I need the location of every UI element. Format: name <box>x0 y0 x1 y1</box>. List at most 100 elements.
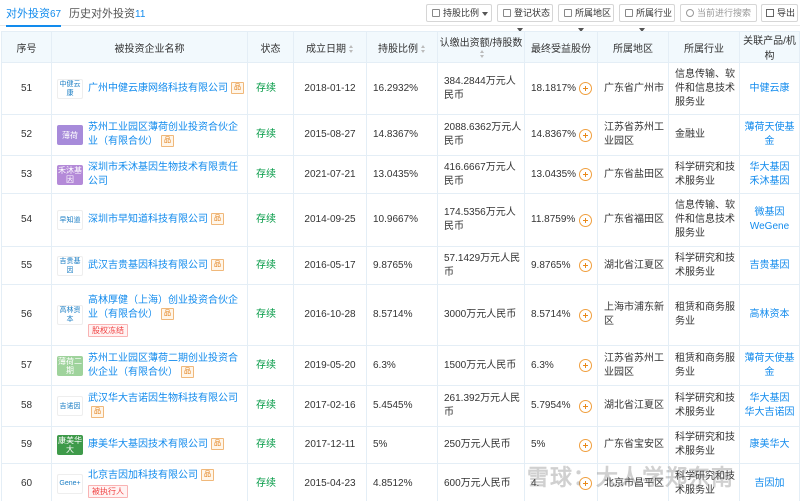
sort-icon <box>349 44 354 53</box>
company-name-link[interactable]: 深圳市禾沐基因生物技术有限责任公司 <box>88 162 238 187</box>
company-name-link[interactable]: 武汉华大吉诺因生物科技有限公司 <box>88 393 238 404</box>
equity-graph-icon[interactable]: 品 <box>231 81 244 94</box>
industry-cell: 租赁和商务服 务业 <box>668 345 740 386</box>
industry-line: 科学研究和技 <box>675 161 735 173</box>
benefit-chain-icon[interactable] <box>579 82 592 95</box>
risk-badge[interactable]: 被执行人 <box>88 485 128 498</box>
industry-lines: 金融业 <box>675 128 739 142</box>
industry-cell: 科学研究和技 术服务业 <box>668 385 740 427</box>
filter-status-button[interactable]: 登记状态 <box>497 4 553 32</box>
table-row: 56 高林资本 高林厚健（上海）创业投资合伙企业（有限合伙）品股权冻结 存续 2016-… <box>1 284 800 346</box>
product-link[interactable]: 华大基因 <box>740 161 799 175</box>
benefit-chain-icon[interactable] <box>579 259 592 272</box>
product-link[interactable]: 微基因WeGene <box>740 206 799 234</box>
final-benefit: 11.8759% <box>525 213 597 227</box>
capital-line: 416.6667万元人 <box>444 161 516 173</box>
company-name-link[interactable]: 康美华大基因技术有限公司 <box>88 439 208 450</box>
col-capital[interactable]: 认缴出资额/持股数 <box>437 31 525 63</box>
col-date[interactable]: 成立日期 <box>293 31 367 63</box>
capital-lines: 57.1429万元人民币 <box>444 252 524 280</box>
shareholding-ratio: 4.8512% <box>366 463 438 501</box>
final-benefit-cell: 5% <box>524 426 598 464</box>
products-cell: 微基因WeGene <box>739 193 800 247</box>
equity-graph-icon[interactable]: 品 <box>211 258 224 271</box>
subscribed-capital: 174.5356万元人 民币 <box>437 193 525 247</box>
equity-graph-icon[interactable]: 品 <box>161 307 174 320</box>
product-link[interactable]: 吉贵基因 <box>740 259 799 273</box>
filter-ratio-button[interactable]: 持股比例 <box>426 4 492 22</box>
company-info: 武汉吉贵基因科技有限公司品 <box>88 258 224 273</box>
tab-bar: 对外投资67 历史对外投资11 持股比例 登记状态 所属地区 所属行业 导出 <box>0 0 800 32</box>
product-link[interactable]: 华大基因 <box>740 392 799 406</box>
industry-line: 科学研究和技 <box>675 432 735 443</box>
equity-graph-icon[interactable]: 品 <box>181 365 194 378</box>
final-benefit: 13.0435% <box>525 168 597 182</box>
tab-history-investment[interactable]: 历史对外投资11 <box>69 5 145 21</box>
equity-graph-icon[interactable]: 品 <box>201 469 214 482</box>
col-ratio[interactable]: 持股比例 <box>366 31 438 63</box>
capital-line: 174.5356万元人 <box>444 207 516 218</box>
row-index: 53 <box>1 155 52 194</box>
capital-line: 币 <box>444 407 454 418</box>
product-link[interactable]: 华大吉诺因 <box>740 406 799 420</box>
product-link[interactable]: 薄荷天使基金 <box>740 352 799 380</box>
product-link[interactable]: 吉因加 <box>740 477 799 491</box>
final-benefit: 18.1817% <box>525 82 597 96</box>
industry-lines: 信息传输、软 件和信息技术 服务业 <box>675 68 739 110</box>
company-name-link[interactable]: 苏州工业园区薄荷二期创业投资合伙企业（有限合伙） <box>88 353 238 378</box>
benefit-chain-icon[interactable] <box>579 128 592 142</box>
industry-lines: 信息传输、软 件和信息技术 服务业 <box>675 199 739 241</box>
status-value: 存续 <box>247 345 294 386</box>
company-info: 深圳市早知道科技有限公司品 <box>88 213 224 227</box>
industry-cell: 金融业 <box>668 114 740 156</box>
tab-outbound-investment[interactable]: 对外投资67 <box>6 5 62 27</box>
subscribed-capital: 416.6667万元人 民币 <box>437 155 525 194</box>
benefit-chain-icon[interactable] <box>579 213 592 227</box>
export-button[interactable]: 导出 <box>761 4 798 22</box>
subscribed-capital: 57.1429万元人民币 <box>437 246 525 285</box>
company-info: 深圳市禾沐基因生物技术有限责任公司 <box>88 161 247 189</box>
benefit-chain-icon[interactable] <box>579 399 592 413</box>
products-cell: 华大基因 禾沐基因 <box>739 155 800 194</box>
product-link[interactable]: 高林资本 <box>740 308 799 322</box>
benefit-chain-icon[interactable] <box>579 308 592 322</box>
company-cell: 吉贵基因 武汉吉贵基因科技有限公司品 <box>51 246 248 285</box>
equity-graph-icon[interactable]: 品 <box>211 438 224 451</box>
company-cell: 康美华大 康美华大基因技术有限公司品 <box>51 426 248 464</box>
capital-line: 币 <box>444 266 454 278</box>
risk-badge[interactable]: 股权冻结 <box>88 323 128 337</box>
company-name-link[interactable]: 北京吉因加科技有限公司 <box>88 470 198 481</box>
capital-line: 3000万元人民币 <box>444 309 517 320</box>
product-link[interactable]: 薄荷天使基金 <box>740 121 799 149</box>
industry-lines: 科学研究和技 术服务业 <box>675 252 739 280</box>
industry-cell: 科学研究和技 术服务业 <box>668 246 740 285</box>
equity-graph-icon[interactable]: 品 <box>211 213 224 226</box>
benefit-chain-icon[interactable] <box>579 359 592 372</box>
final-benefit: 6.3% <box>525 359 597 373</box>
product-lines: 华大基因 华大吉诺因 <box>740 392 799 420</box>
company-name-link[interactable]: 广州中健云康网络科技有限公司 <box>88 83 228 94</box>
industry-line: 术服务业 <box>675 266 715 278</box>
company-name-link[interactable]: 武汉吉贵基因科技有限公司 <box>88 260 208 271</box>
equity-graph-icon[interactable]: 品 <box>161 135 174 148</box>
company-name-wrap: 武汉华大吉诺因生物科技有限公司品 <box>88 392 247 420</box>
status-value: 存续 <box>247 426 294 464</box>
capital-lines: 3000万元人民币 <box>444 308 524 322</box>
product-link[interactable]: 禾沐基因 <box>740 175 799 189</box>
filter-industry-button[interactable]: 所属行业 <box>619 4 675 32</box>
product-link[interactable]: 康美华大 <box>740 438 799 452</box>
company-logo: 吉贵基因 <box>57 255 83 276</box>
filter-region-button[interactable]: 所属地区 <box>558 4 614 32</box>
industry-cell: 科学研究和技 术服务业 <box>668 426 740 464</box>
col-industry: 所属行业 <box>668 31 740 63</box>
benefit-chain-icon[interactable] <box>579 168 592 181</box>
company-name-wrap: 康美华大基因技术有限公司品 <box>88 438 224 452</box>
product-link[interactable]: 中健云康 <box>740 82 799 96</box>
benefit-chain-icon[interactable] <box>579 438 592 452</box>
equity-graph-icon[interactable]: 品 <box>91 406 104 419</box>
chevron-down-icon <box>482 11 489 16</box>
final-benefit-value: 5.7954% <box>531 400 571 411</box>
location-icon <box>564 9 572 17</box>
col-final: 最终受益股份 <box>524 31 598 63</box>
company-name-link[interactable]: 深圳市早知道科技有限公司 <box>88 214 208 225</box>
